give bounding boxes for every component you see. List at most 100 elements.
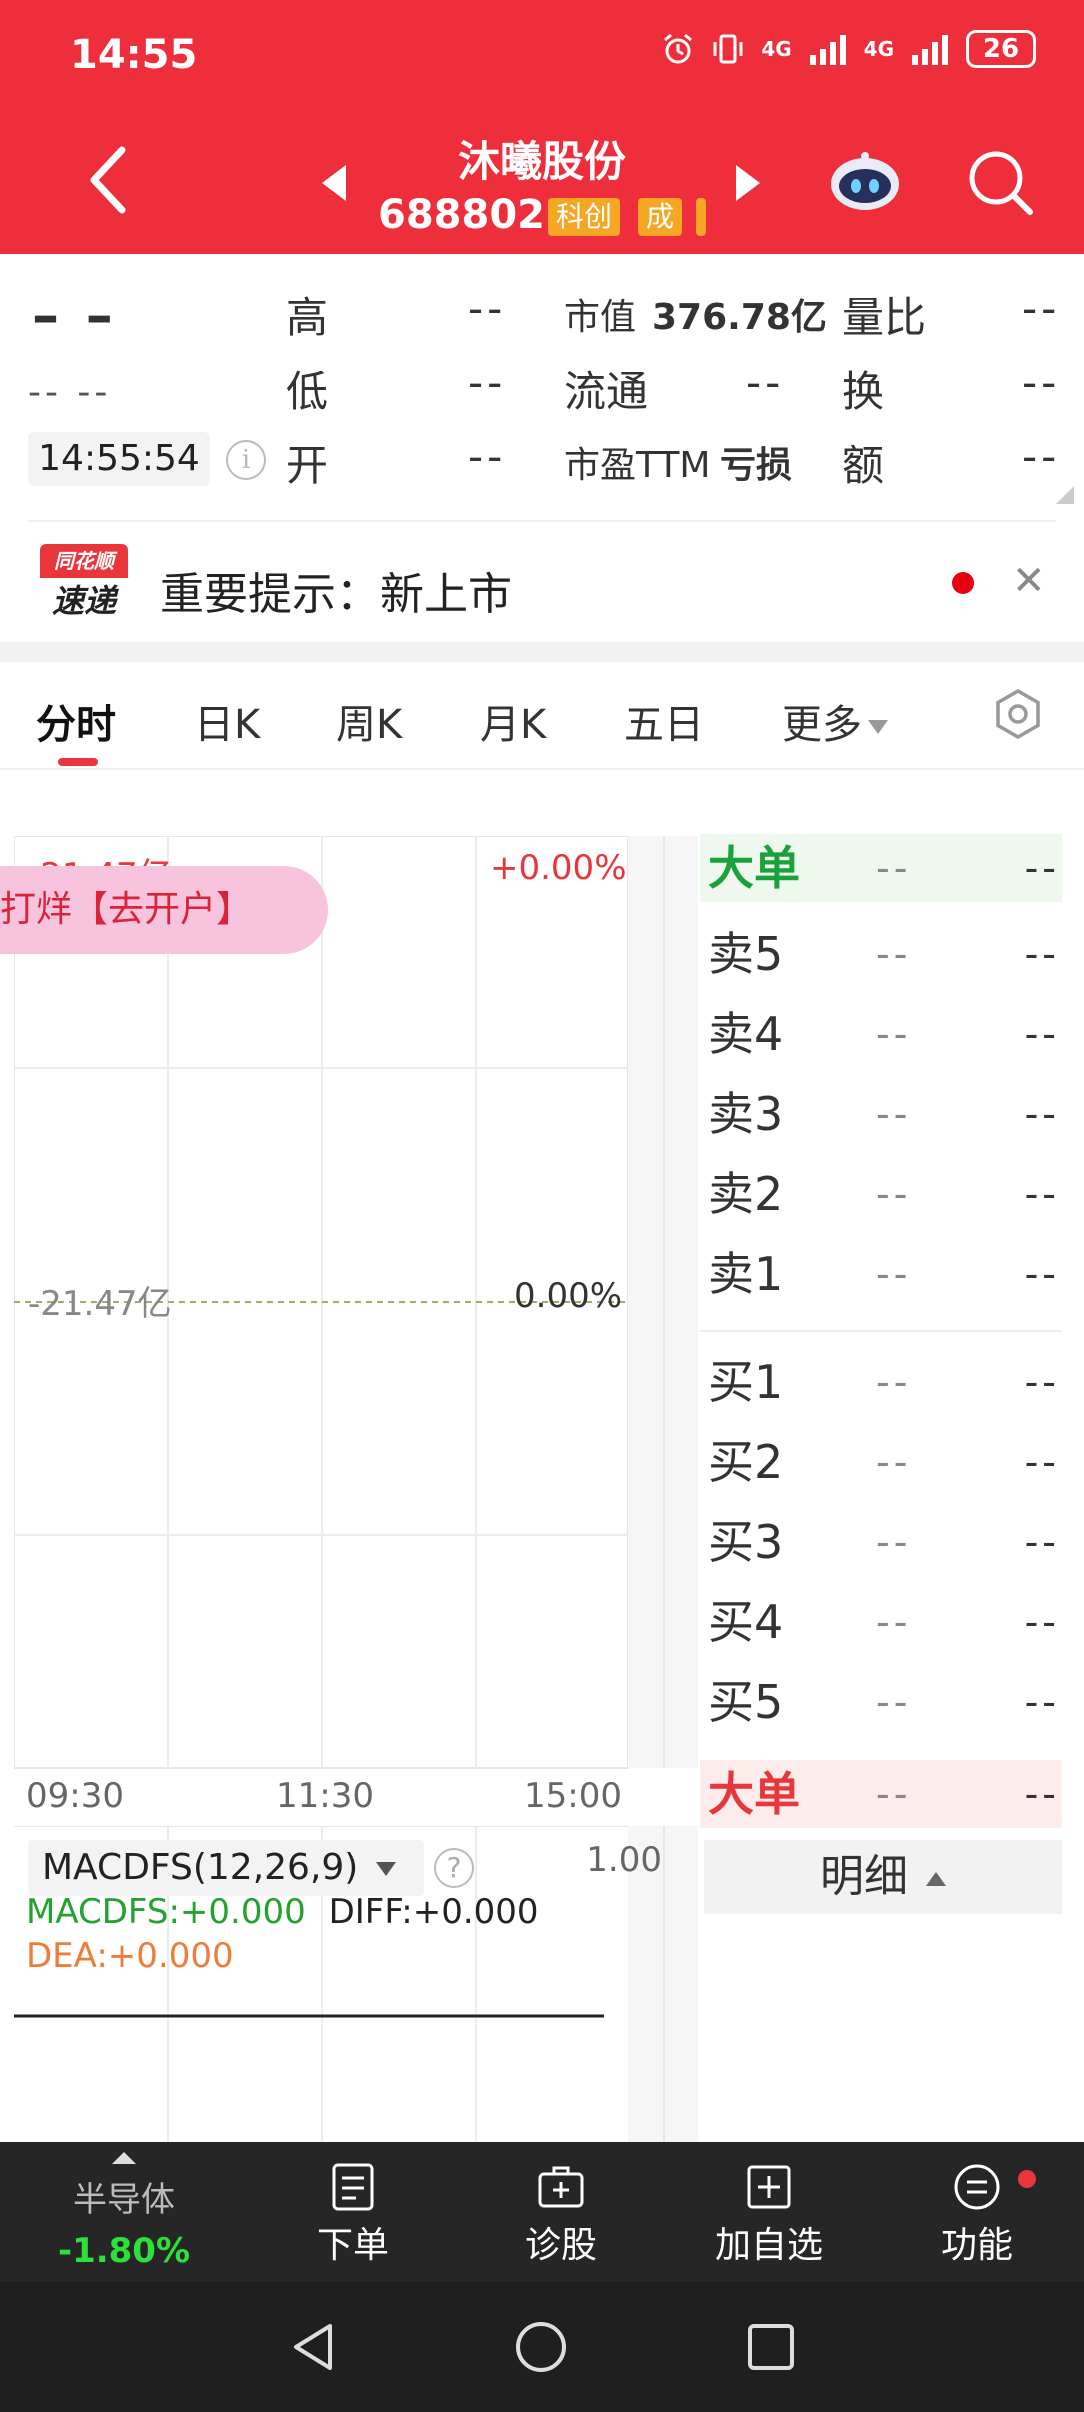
- stock-name: 沐曦股份: [457, 137, 626, 186]
- mktcap-value: 376.78亿: [652, 297, 827, 338]
- top-header: 14:55 4G 4G 26 沐曦股份 688802 科创 成: [0, 0, 1084, 254]
- tab-intraday[interactable]: 分时: [36, 692, 116, 750]
- detail-label: 明细: [820, 1851, 908, 1902]
- diagnose-button[interactable]: 诊股: [486, 2162, 636, 2268]
- caret-up-icon: [926, 1872, 946, 1886]
- sell-vol: --: [1024, 1012, 1060, 1056]
- indicator-name: MACDFS(12,26,9): [42, 1847, 359, 1888]
- notice-bar[interactable]: 同花顺 速递 重要提示：新上市: [0, 524, 1084, 642]
- nav-recents-icon[interactable]: [744, 2320, 798, 2374]
- diff-label: DIFF:: [328, 1892, 413, 1932]
- tab-more-label: 更多: [782, 702, 862, 748]
- macd-panel: MACDFS(12,26,9) ? 1.00 MACDFS:+0.000 DIF…: [14, 1826, 698, 2144]
- settings-icon[interactable]: [992, 688, 1044, 740]
- add-watchlist-button[interactable]: 加自选: [694, 2162, 844, 2268]
- tab-five-day[interactable]: 五日: [624, 692, 704, 750]
- buy-price: --: [876, 1600, 912, 1644]
- sell-label: 卖3: [708, 1087, 784, 1141]
- sell-label: 卖4: [708, 1007, 784, 1061]
- vol-ratio-value: --: [1022, 284, 1061, 333]
- tab-more[interactable]: 更多: [782, 692, 888, 750]
- functions-label: 功能: [940, 2225, 1013, 2266]
- close-icon[interactable]: ✕: [1012, 558, 1046, 604]
- sell-vol: --: [1024, 1092, 1060, 1136]
- big-order-row-bottom[interactable]: 大单 -- --: [700, 1760, 1062, 1828]
- detail-button[interactable]: 明细: [704, 1840, 1062, 1914]
- ths-express-logo: 同花顺 速递: [40, 544, 128, 624]
- network-label-1: 4G: [761, 37, 792, 61]
- system-navigation-bar: [0, 2282, 1084, 2412]
- chart-tabs: 分时 日K 周K 月K 五日 更多: [0, 662, 1084, 770]
- open-account-banner[interactable]: 打烊【去开户】: [0, 866, 328, 954]
- sell-price: --: [876, 1012, 912, 1056]
- buy-row: 买5 -- --: [700, 1672, 1062, 1732]
- sector-button[interactable]: 半导体 -1.80%: [44, 2152, 204, 2271]
- buy-vol: --: [1024, 1360, 1060, 1404]
- time-axis-open: 09:30: [26, 1776, 124, 1816]
- chart-mid-right-pct: 0.00%: [514, 1276, 623, 1316]
- macdfs-label: MACDFS:: [26, 1892, 180, 1932]
- sell-price: --: [876, 1252, 912, 1296]
- sell-price: --: [876, 932, 912, 976]
- info-icon[interactable]: i: [226, 440, 266, 480]
- dea-label: DEA:: [26, 1936, 108, 1976]
- tab-daily-k[interactable]: 日K: [194, 692, 260, 750]
- buy-label: 买1: [708, 1355, 784, 1409]
- tab-weekly-k[interactable]: 周K: [336, 692, 402, 750]
- macd-scale: 1.00: [586, 1840, 662, 1880]
- add-watchlist-label: 加自选: [714, 2225, 823, 2266]
- buy-label: 买3: [708, 1515, 784, 1569]
- buy-price: --: [876, 1680, 912, 1724]
- low-value: --: [468, 358, 507, 407]
- buy-label: 买5: [708, 1675, 784, 1729]
- logo-bottom-text: 速递: [51, 582, 116, 620]
- order-button[interactable]: 下单: [278, 2162, 428, 2268]
- pe-value: 亏损: [720, 445, 793, 486]
- nav-back-icon[interactable]: [286, 2320, 340, 2374]
- expand-corner-icon[interactable]: [1056, 486, 1074, 504]
- pe-label: 市盈TTM: [564, 445, 711, 486]
- chart-top-right-pct: +0.00%: [490, 848, 627, 888]
- more-badge: [696, 198, 706, 236]
- low-label: 低: [286, 367, 329, 416]
- buy-vol: --: [1024, 1520, 1060, 1564]
- status-time: 14:55: [70, 32, 198, 78]
- chart-mid-left-value: -21.47亿: [28, 1284, 172, 1324]
- buy-row: 买1 -- --: [700, 1352, 1062, 1412]
- chevron-down-icon: [375, 1862, 396, 1876]
- diff-value: +0.000: [412, 1892, 539, 1932]
- float-value: --: [746, 358, 785, 407]
- big-order-label: 大单: [708, 841, 800, 895]
- turnover-label: 换: [842, 367, 885, 416]
- robot-assistant-icon[interactable]: [826, 150, 904, 214]
- sell-vol: --: [1024, 1172, 1060, 1216]
- notification-dot-icon: [1018, 2170, 1036, 2188]
- time-axis-close: 15:00: [524, 1776, 622, 1816]
- big-order-price: --: [876, 846, 912, 890]
- tab-monthly-k[interactable]: 月K: [480, 692, 546, 750]
- component-badge: 成: [638, 198, 683, 236]
- open-value: --: [468, 432, 507, 481]
- amount-label: 额: [842, 441, 885, 490]
- intraday-chart[interactable]: -21.47亿 +0.00% -21.47亿 0.00%: [14, 836, 698, 1770]
- turnover-value: --: [1022, 358, 1061, 407]
- sell-vol: --: [1024, 932, 1060, 976]
- signal-icon: [809, 35, 846, 65]
- diagnose-label: 诊股: [524, 2225, 597, 2266]
- sell-label: 卖2: [708, 1167, 784, 1221]
- sell-row: 卖5 -- --: [700, 924, 1062, 984]
- sell-row: 卖1 -- --: [700, 1244, 1062, 1304]
- sell-row: 卖2 -- --: [700, 1164, 1062, 1224]
- big-order-vol: --: [1024, 846, 1060, 890]
- big-order-row-top[interactable]: 大单 -- --: [700, 834, 1062, 902]
- alarm-icon: [664, 33, 693, 64]
- macd-values-line-2: DEA:+0.000: [26, 1936, 234, 1976]
- signal-icon-2: [912, 35, 948, 65]
- dea-value: +0.000: [107, 1936, 234, 1976]
- indicator-selector[interactable]: MACDFS(12,26,9): [28, 1840, 424, 1896]
- macdfs-value: +0.000: [179, 1892, 306, 1932]
- search-icon[interactable]: [966, 148, 1036, 218]
- mktcap-label: 市值: [564, 297, 637, 338]
- nav-home-icon[interactable]: [514, 2320, 568, 2374]
- help-icon[interactable]: ?: [434, 1848, 474, 1888]
